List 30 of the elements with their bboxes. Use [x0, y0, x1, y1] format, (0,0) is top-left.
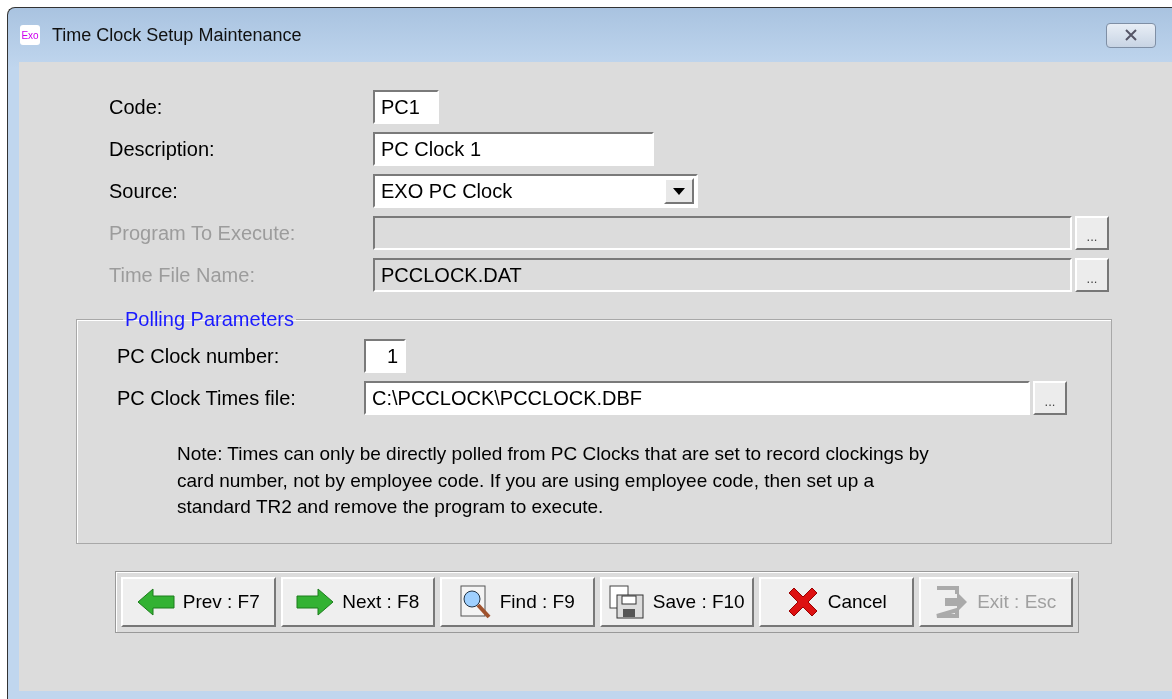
field-label: Time File Name:: [109, 263, 256, 287]
exit-icon: [935, 586, 970, 618]
app-icon: Exo: [20, 25, 40, 45]
field-label: Program To Execute:: [109, 221, 297, 245]
close-icon: [1124, 29, 1138, 41]
search-icon: [459, 585, 492, 619]
note-text: Note: Times can only be directly polled from PC Clocks that are set to record clockings by card number, not by employee code. If you are using employee code, then set up a standard TR2 and remove the program to execute.: [177, 442, 930, 519]
group-title: Polling Parameters: [124, 308, 295, 331]
field-label: PC Clock Times file:: [117, 386, 297, 410]
toolbar-button[interactable]: Next : F8: [280, 577, 435, 627]
window-title: Time Clock Setup Maintenance: [52, 24, 303, 46]
toolbar-button[interactable]: Cancel: [759, 577, 914, 627]
left-arrow-icon: [136, 588, 175, 616]
input-field[interactable]: C:\PCCLOCK\PCCLOCK.DBF: [364, 381, 1030, 415]
toolbar-button[interactable]: Prev : F7: [121, 577, 276, 627]
close-button[interactable]: [1106, 22, 1156, 48]
toolbar-button[interactable]: Find : F9: [440, 577, 595, 627]
browse-button[interactable]: ...: [1033, 381, 1067, 415]
field-label: Code:: [109, 95, 164, 119]
input-field[interactable]: PC1: [373, 90, 439, 124]
field-label: Source:: [109, 179, 179, 203]
right-arrow-icon: [296, 588, 335, 616]
dropdown-arrow-icon: [673, 187, 685, 195]
field-label: PC Clock number:: [117, 344, 281, 368]
toolbar-button[interactable]: Save : F10: [599, 577, 754, 627]
dropdown[interactable]: EXO PC Clock: [373, 174, 698, 208]
input-field[interactable]: PC Clock 1: [373, 132, 654, 166]
field-label: Description:: [109, 137, 216, 161]
floppy-disk-icon: [608, 585, 645, 619]
input-field[interactable]: 1: [364, 339, 406, 373]
